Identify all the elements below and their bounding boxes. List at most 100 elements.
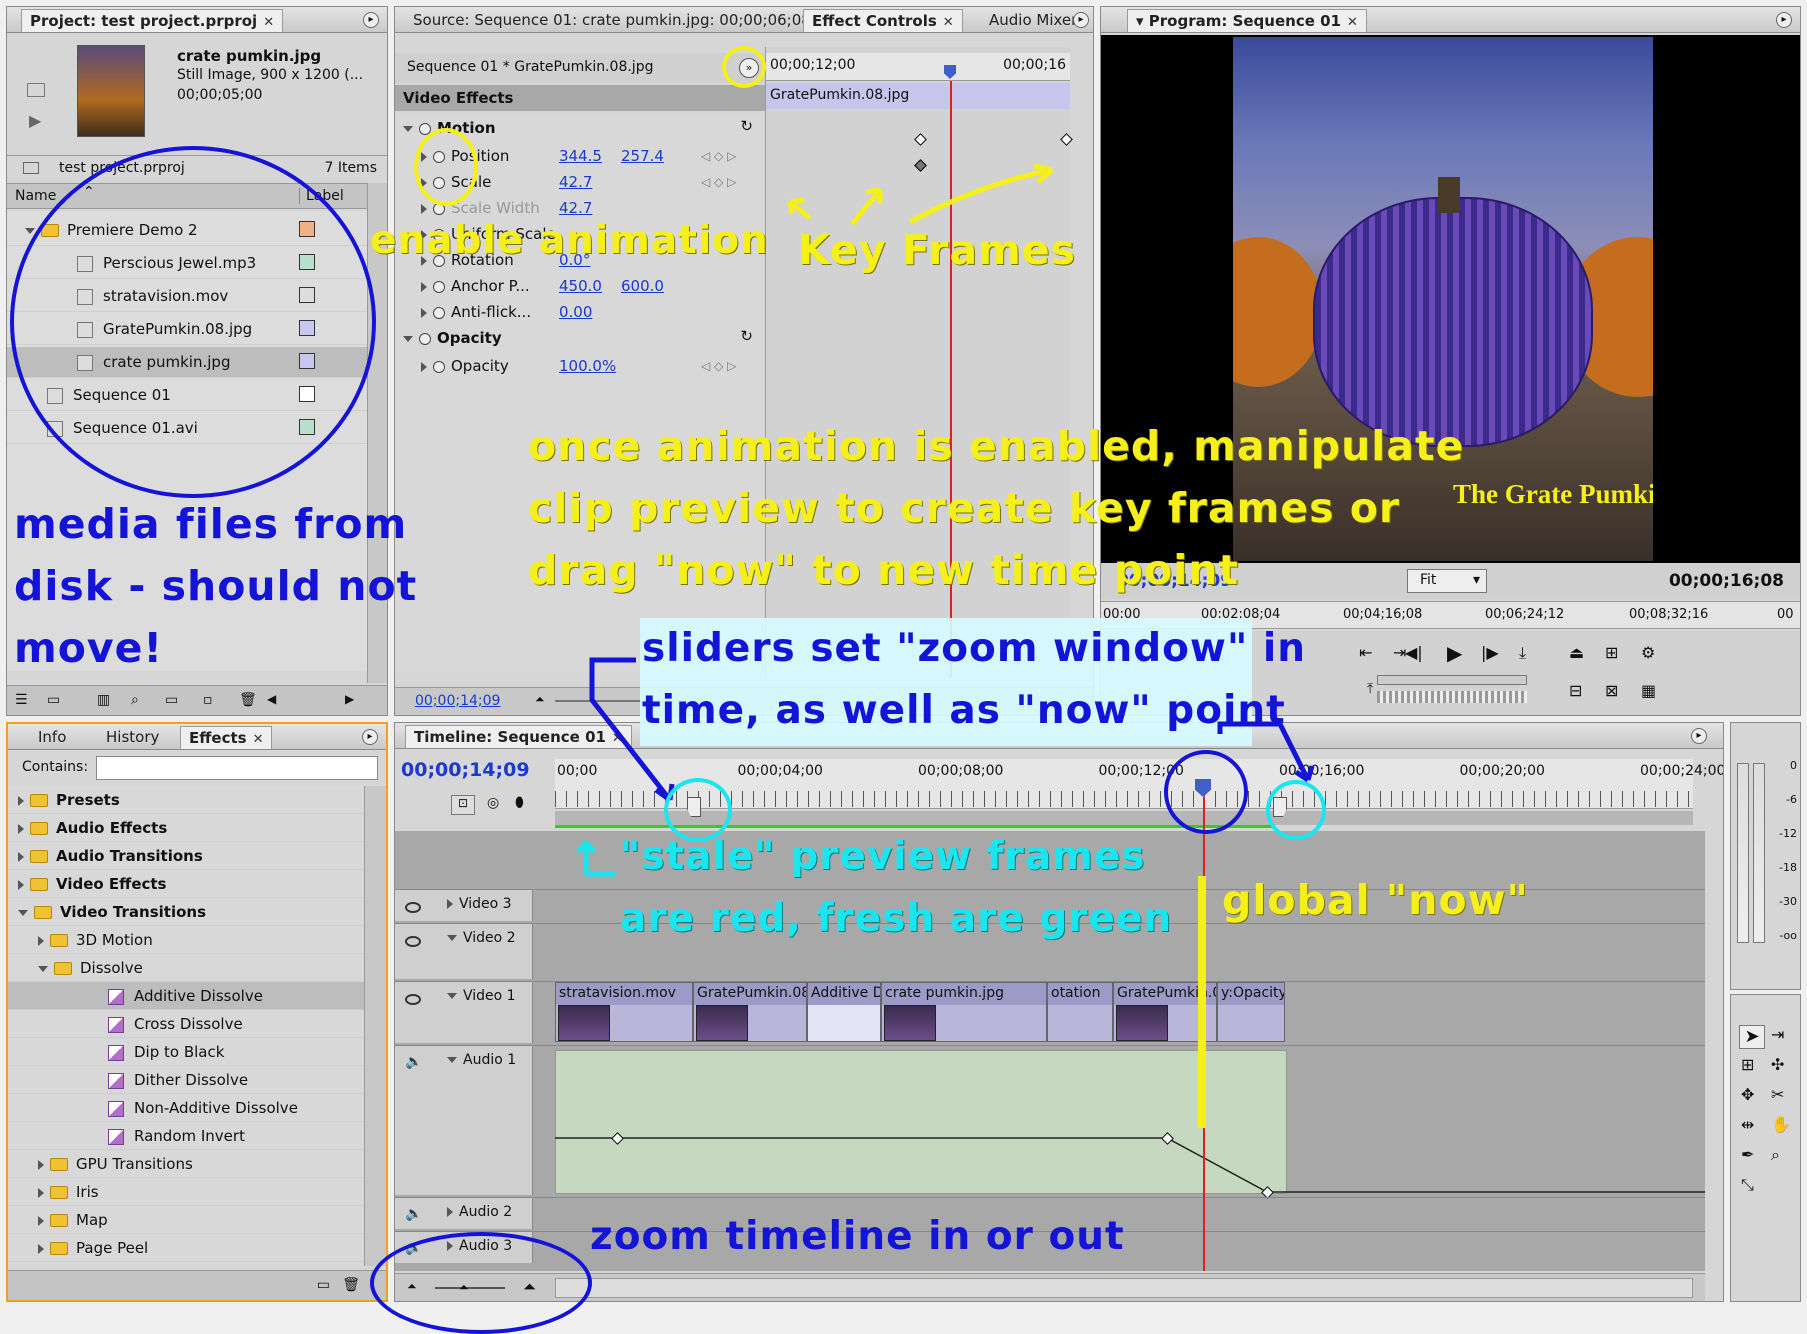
scroll-left-icon[interactable]: ◀ <box>267 692 276 706</box>
automate-icon[interactable]: ▥ <box>97 692 110 708</box>
timeline-clip[interactable]: crate pumkin.jpg <box>881 982 1047 1042</box>
transition-item[interactable]: Cross Dissolve <box>8 1010 364 1038</box>
scroll-right-icon[interactable]: ▶ <box>345 692 354 706</box>
expand-icon[interactable] <box>38 1215 44 1226</box>
keyframe-nav-icon[interactable]: ◁ ◇ ▷ <box>701 149 736 163</box>
opacity-group-header[interactable]: Opacity ↻ <box>395 325 765 351</box>
timeline-clip[interactable]: GratePumkin.08 <box>693 982 807 1042</box>
timeline-clip[interactable]: y:Opacity <box>1217 982 1285 1042</box>
ripple-edit-tool-icon[interactable]: ⊞ <box>1741 1055 1754 1074</box>
trim-icon[interactable]: ⚙ <box>1641 643 1655 662</box>
keyframe-marker[interactable] <box>1060 133 1073 146</box>
slip-tool-icon[interactable]: ⇹ <box>1741 1115 1754 1134</box>
param-row[interactable]: Anti-flick... 0.00 <box>395 299 765 325</box>
effect-folder[interactable]: Video Effects <box>8 870 364 898</box>
effect-folder[interactable]: Page Peel <box>8 1234 364 1262</box>
close-icon[interactable]: ✕ <box>1347 15 1358 30</box>
eye-icon[interactable] <box>405 898 429 916</box>
tab-audio-mixer[interactable]: Audio Mixer <box>981 9 1085 32</box>
track-select-tool-icon[interactable]: ⇥ <box>1771 1025 1784 1044</box>
transition-item[interactable]: Random Invert <box>8 1122 364 1150</box>
eye-icon[interactable] <box>405 932 429 950</box>
timeline-current-time[interactable]: 00;00;14;09 <box>401 759 530 781</box>
transition-item[interactable]: Dip to Black <box>8 1038 364 1066</box>
expand-icon[interactable] <box>18 823 24 834</box>
effect-folder[interactable]: Map <box>8 1206 364 1234</box>
safe-margins-icon[interactable]: ▦ <box>1641 681 1656 700</box>
export-frame-icon[interactable]: ⊟ <box>1569 681 1582 700</box>
play-icon[interactable]: ▶ <box>1447 641 1462 665</box>
effect-folder[interactable]: Presets <box>8 786 364 814</box>
keyframe-nav-icon[interactable]: ◁ ◇ ▷ <box>701 175 736 189</box>
tab-effect-controls[interactable]: Effect Controls ✕ <box>803 9 963 32</box>
expand-icon[interactable] <box>38 1243 44 1254</box>
keyframe-marker[interactable] <box>914 133 927 146</box>
step-back-icon[interactable]: ◀| <box>1405 643 1423 662</box>
effect-folder[interactable]: Audio Transitions <box>8 842 364 870</box>
param-value[interactable]: 42.7 <box>559 199 592 217</box>
stopwatch-icon[interactable] <box>433 280 445 293</box>
expand-icon[interactable] <box>421 307 427 318</box>
param-value-2[interactable]: 600.0 <box>621 277 664 295</box>
column-name[interactable]: Name <box>15 188 56 204</box>
param-value[interactable]: 100.0% <box>559 357 616 375</box>
effect-folder[interactable]: Video Transitions <box>8 898 364 926</box>
rate-stretch-tool-icon[interactable]: ✥ <box>1741 1085 1754 1104</box>
keyframe-nav-icon[interactable]: ◁ ◇ ▷ <box>701 359 736 373</box>
speaker-icon[interactable]: 🔈 <box>405 1054 422 1070</box>
new-bin-icon[interactable]: ▭ <box>165 692 178 708</box>
eye-icon[interactable] <box>405 990 429 1008</box>
tab-project[interactable]: Project: test project.prproj ✕ <box>21 9 284 32</box>
trash-icon[interactable]: 🗑 <box>239 692 257 708</box>
add-marker-icon[interactable]: ⬮ <box>515 795 524 811</box>
effect-folder[interactable]: Dissolve <box>8 954 364 982</box>
reset-icon[interactable]: ↻ <box>740 327 753 345</box>
reset-icon[interactable]: ↻ <box>740 117 753 135</box>
slide-tool-icon[interactable]: ⤡ <box>1741 1175 1754 1195</box>
set-in-icon[interactable]: ⇤ <box>1359 643 1372 662</box>
new-item-icon[interactable]: ▫ <box>203 692 213 708</box>
transition-item[interactable]: Dither Dissolve <box>8 1066 364 1094</box>
jog-slider[interactable] <box>1377 691 1527 703</box>
snap-icon[interactable]: ⊡ <box>451 795 475 815</box>
transition-item[interactable]: Non-Additive Dissolve <box>8 1094 364 1122</box>
effect-folder[interactable]: Audio Effects <box>8 814 364 842</box>
panel-menu-icon[interactable]: ▸ <box>1073 12 1089 28</box>
effect-folder[interactable]: GPU Transitions <box>8 1150 364 1178</box>
close-icon[interactable]: ✕ <box>943 15 954 30</box>
fx-toggle-icon[interactable] <box>419 332 431 345</box>
expand-icon[interactable] <box>25 227 35 234</box>
poster-frame-icon[interactable] <box>27 83 45 97</box>
param-value[interactable]: 450.0 <box>559 277 602 295</box>
effect-folder[interactable]: 3D Motion <box>8 926 364 954</box>
expand-icon[interactable] <box>403 125 413 132</box>
panel-menu-icon[interactable]: ▸ <box>362 729 378 745</box>
stopwatch-icon[interactable] <box>433 306 445 319</box>
list-view-icon[interactable]: ☰ <box>15 692 28 708</box>
panel-menu-icon[interactable]: ▸ <box>363 12 379 28</box>
go-to-out-icon[interactable]: ⤓ <box>1519 643 1526 663</box>
expand-icon[interactable] <box>38 965 48 972</box>
tab-info[interactable]: Info <box>30 726 74 749</box>
zoom-out-icon[interactable]: ⏶ <box>535 692 545 707</box>
expand-icon[interactable] <box>18 795 24 806</box>
speaker-icon[interactable]: 🔈 <box>405 1206 422 1222</box>
h-scrollbar[interactable] <box>555 1278 1693 1298</box>
param-value-2[interactable]: 257.4 <box>621 147 664 165</box>
expand-icon[interactable] <box>18 909 28 916</box>
step-forward-icon[interactable]: |▶ <box>1481 643 1499 662</box>
set-marker-icon[interactable]: ◎ <box>487 795 499 811</box>
pen-tool-icon[interactable]: ✒ <box>1741 1145 1754 1164</box>
new-bin-icon[interactable]: ▭ <box>317 1277 330 1293</box>
go-to-in-icon[interactable]: ⤒ <box>1367 681 1373 697</box>
ec-time-ruler[interactable]: 00;00;12;00 00;00;16 <box>766 53 1070 81</box>
effects-search-input[interactable] <box>96 756 378 780</box>
extract-icon[interactable]: ⊞ <box>1605 643 1618 662</box>
shuttle-slider[interactable] <box>1377 675 1527 685</box>
expand-icon[interactable] <box>38 1159 44 1170</box>
expand-icon[interactable] <box>421 281 427 292</box>
selection-tool-icon[interactable]: ➤ <box>1739 1025 1765 1049</box>
param-value[interactable]: 344.5 <box>559 147 602 165</box>
panel-menu-icon[interactable]: ▸ <box>1776 12 1792 28</box>
ec-current-time[interactable]: 00;00;14;09 <box>415 693 500 709</box>
